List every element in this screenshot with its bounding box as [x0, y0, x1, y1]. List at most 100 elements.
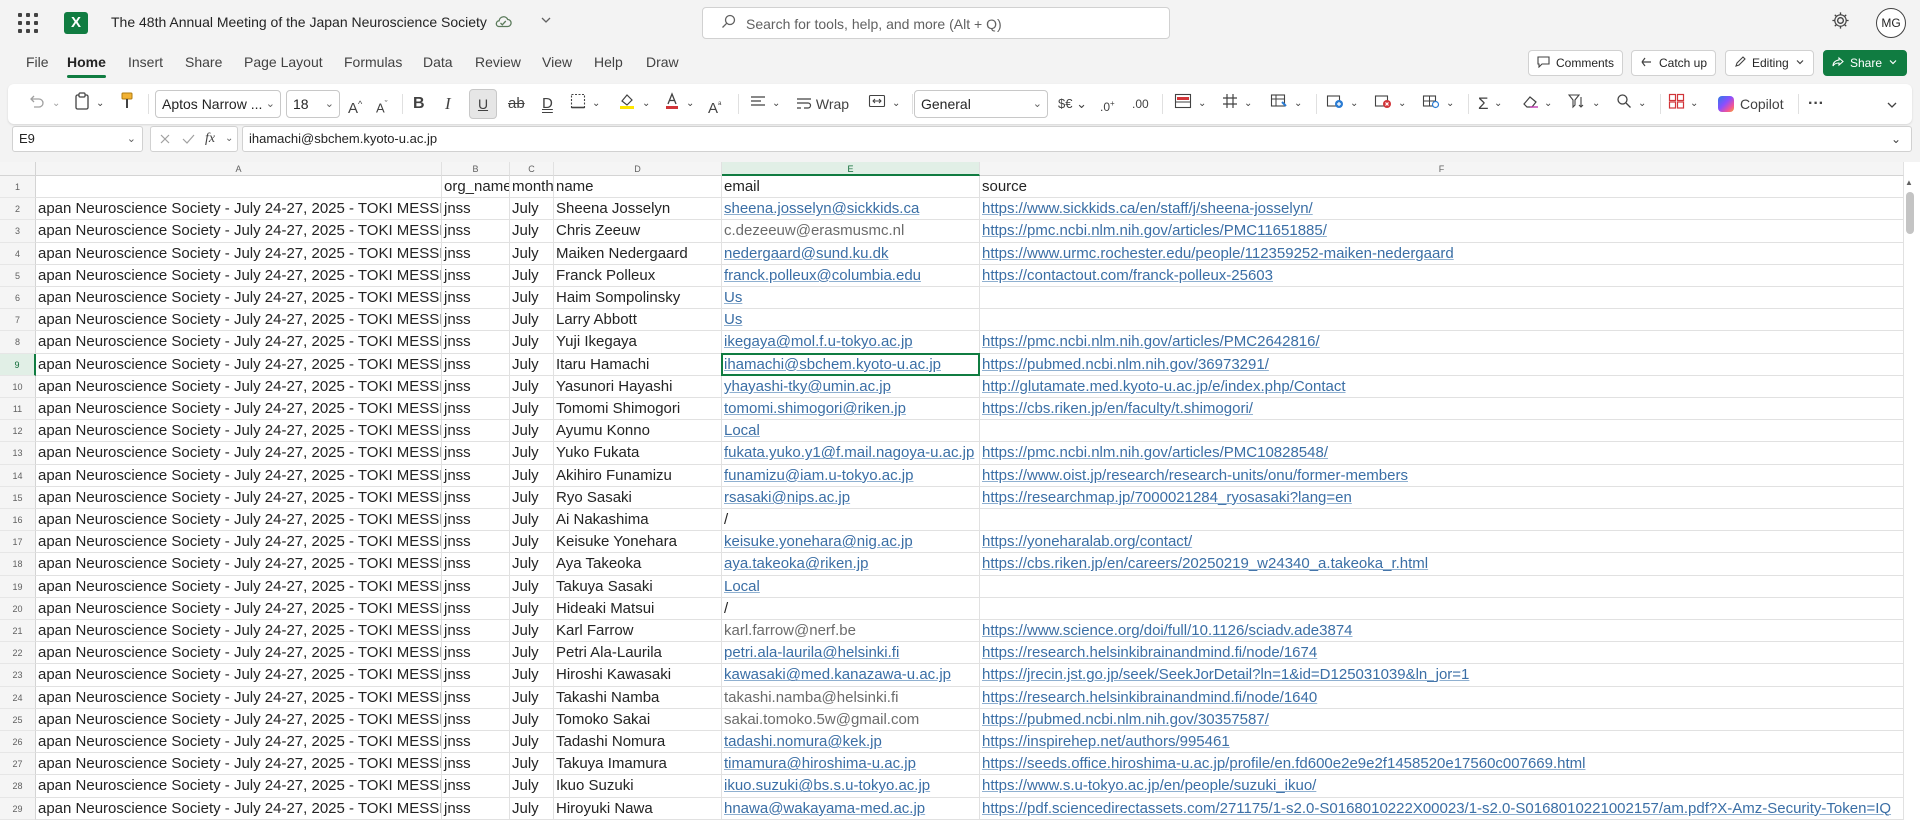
user-avatar[interactable]: MG	[1876, 8, 1906, 38]
header-cell-f[interactable]: source	[980, 176, 1904, 199]
merge-cells-icon[interactable]	[868, 92, 886, 116]
text-effects-icon[interactable]: Aᵃ	[708, 92, 721, 117]
month-cell[interactable]: July	[510, 353, 554, 376]
email-cell[interactable]: takashi.namba@helsinki.fi	[722, 686, 980, 709]
source-cell[interactable]	[980, 597, 1904, 620]
font-size-select[interactable]: 18 ⌄	[286, 90, 340, 118]
name-cell[interactable]: Yuji Ikegaya	[554, 331, 722, 354]
row-header[interactable]: 11	[0, 398, 36, 421]
name-cell[interactable]: Takuya Imamura	[554, 753, 722, 776]
row-header[interactable]: 9	[0, 353, 36, 376]
org-name-cell[interactable]: jnss	[442, 509, 510, 532]
name-cell[interactable]: Hiroshi Kawasaki	[554, 664, 722, 687]
chevron-down-icon[interactable]: ⌄	[1398, 92, 1406, 116]
source-cell[interactable]	[980, 287, 1904, 310]
month-cell[interactable]: July	[510, 797, 554, 820]
org-name-cell[interactable]: jnss	[442, 198, 510, 221]
email-cell[interactable]: hnawa@wakayama-med.ac.jp	[722, 797, 980, 820]
org-cell[interactable]: apan Neuroscience Society - July 24-27, …	[36, 442, 442, 465]
month-cell[interactable]: July	[510, 686, 554, 709]
org-cell[interactable]: apan Neuroscience Society - July 24-27, …	[36, 486, 442, 509]
email-cell[interactable]: karl.farrow@nerf.be	[722, 620, 980, 643]
italic-icon[interactable]: I	[445, 92, 451, 116]
row-header[interactable]: 22	[0, 642, 36, 665]
row-header[interactable]: 18	[0, 553, 36, 576]
email-cell[interactable]: petri.ala-laurila@helsinki.fi	[722, 642, 980, 665]
month-cell[interactable]: July	[510, 664, 554, 687]
email-cell[interactable]: Local	[722, 575, 980, 598]
org-cell[interactable]: apan Neuroscience Society - July 24-27, …	[36, 686, 442, 709]
email-cell[interactable]: aya.takeoka@riken.jp	[722, 553, 980, 576]
borders-icon[interactable]	[570, 92, 586, 116]
org-name-cell[interactable]: jnss	[442, 597, 510, 620]
name-cell[interactable]: Takuya Sasaki	[554, 575, 722, 598]
tab-formulas[interactable]: Formulas	[344, 54, 402, 70]
row-header[interactable]: 13	[0, 442, 36, 465]
catch-up-button[interactable]: Catch up	[1631, 50, 1717, 76]
paste-clipboard-icon[interactable]	[74, 92, 90, 116]
month-cell[interactable]: July	[510, 575, 554, 598]
editing-mode-button[interactable]: Editing	[1725, 50, 1814, 76]
name-cell[interactable]: Tomoko Sakai	[554, 708, 722, 731]
name-cell[interactable]: Ayumu Konno	[554, 420, 722, 443]
increase-font-size-icon[interactable]: A^	[348, 92, 362, 117]
email-cell[interactable]: /	[722, 597, 980, 620]
org-name-cell[interactable]: jnss	[442, 464, 510, 487]
name-cell[interactable]: Larry Abbott	[554, 309, 722, 332]
column-header-f[interactable]: F	[980, 162, 1904, 176]
chevron-down-icon[interactable]: ⌄	[1544, 92, 1552, 116]
org-name-cell[interactable]: jnss	[442, 287, 510, 310]
source-cell[interactable]: https://pdf.sciencedirectassets.com/2711…	[980, 797, 1904, 820]
org-name-cell[interactable]: jnss	[442, 775, 510, 798]
org-name-cell[interactable]: jnss	[442, 642, 510, 665]
org-name-cell[interactable]: jnss	[442, 664, 510, 687]
source-cell[interactable]: https://seeds.office.hiroshima-u.ac.jp/p…	[980, 753, 1904, 776]
source-cell[interactable]	[980, 309, 1904, 332]
row-header[interactable]: 25	[0, 708, 36, 731]
email-cell[interactable]: funamizu@iam.u-tokyo.ac.jp	[722, 464, 980, 487]
org-cell[interactable]: apan Neuroscience Society - July 24-27, …	[36, 331, 442, 354]
align-left-icon[interactable]	[750, 92, 766, 116]
org-name-cell[interactable]: jnss	[442, 731, 510, 754]
header-cell-b[interactable]: org_name	[442, 176, 510, 199]
paste-dropdown-chevron-icon[interactable]: ⌄	[96, 92, 104, 116]
insert-cells-icon[interactable]	[1326, 92, 1344, 116]
document-title[interactable]: The 48th Annual Meeting of the Japan Neu…	[111, 14, 487, 30]
tab-page-layout[interactable]: Page Layout	[244, 54, 323, 70]
chevron-down-icon[interactable]: ⌄	[225, 127, 233, 151]
email-cell[interactable]: yhayashi-tky@umin.ac.jp	[722, 375, 980, 398]
chevron-down-icon[interactable]: ⌄	[1446, 92, 1454, 116]
month-cell[interactable]: July	[510, 287, 554, 310]
email-cell[interactable]: tadashi.nomura@kek.jp	[722, 731, 980, 754]
row-header[interactable]: 3	[0, 220, 36, 243]
email-cell[interactable]: nedergaard@sund.ku.dk	[722, 242, 980, 265]
select-all-corner[interactable]	[0, 162, 36, 176]
name-cell[interactable]: Ikuo Suzuki	[554, 775, 722, 798]
org-cell[interactable]: apan Neuroscience Society - July 24-27, …	[36, 464, 442, 487]
row-header[interactable]: 14	[0, 464, 36, 487]
chevron-down-icon[interactable]: ⌄	[686, 92, 694, 116]
column-header-d[interactable]: D	[554, 162, 722, 176]
row-header[interactable]: 17	[0, 531, 36, 554]
tab-view[interactable]: View	[542, 54, 572, 70]
month-cell[interactable]: July	[510, 442, 554, 465]
font-color-icon[interactable]	[664, 92, 680, 116]
cloud-saved-icon[interactable]	[494, 14, 512, 32]
org-cell[interactable]: apan Neuroscience Society - July 24-27, …	[36, 553, 442, 576]
org-name-cell[interactable]: jnss	[442, 331, 510, 354]
row-header[interactable]: 5	[0, 264, 36, 287]
title-dropdown-chevron-icon[interactable]	[540, 14, 552, 29]
month-cell[interactable]: July	[510, 753, 554, 776]
delete-cells-icon[interactable]	[1374, 92, 1392, 116]
email-cell[interactable]: tomomi.shimogori@riken.jp	[722, 398, 980, 421]
source-cell[interactable]: https://cbs.riken.jp/en/faculty/t.shimog…	[980, 398, 1904, 421]
month-cell[interactable]: July	[510, 331, 554, 354]
row-header[interactable]: 6	[0, 287, 36, 310]
month-cell[interactable]: July	[510, 242, 554, 265]
month-cell[interactable]: July	[510, 553, 554, 576]
org-name-cell[interactable]: jnss	[442, 797, 510, 820]
source-cell[interactable]: https://researchmap.jp/7000021284_ryosas…	[980, 486, 1904, 509]
app-launcher-icon[interactable]	[18, 13, 38, 33]
chevron-down-icon[interactable]: ⌄	[1638, 92, 1646, 116]
chevron-down-icon[interactable]: ⌄	[1690, 92, 1698, 116]
